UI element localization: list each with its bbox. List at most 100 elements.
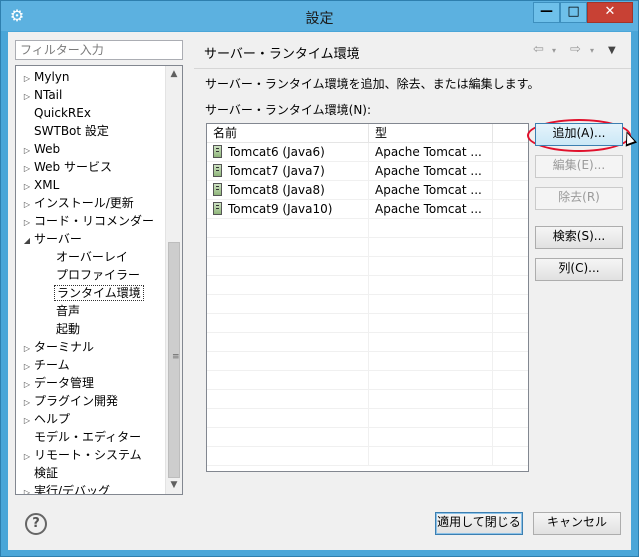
cell-name <box>207 238 369 257</box>
cell-type <box>369 352 493 371</box>
tree-item[interactable]: QuickREx <box>16 104 93 122</box>
edit-button: 編集(E)... <box>535 155 623 178</box>
page-title: サーバー・ランタイム環境 <box>204 47 360 62</box>
cell-name: Tomcat8 (Java8) <box>207 181 369 200</box>
cell-name <box>207 314 369 333</box>
forward-dropdown-icon[interactable]: ▾ <box>590 46 594 55</box>
tree-item-label: Web サービス <box>34 160 112 174</box>
cell-name <box>207 257 369 276</box>
tree-item-label: プロファイラー <box>56 268 141 282</box>
tree-item-label: SWTBot 設定 <box>34 124 109 138</box>
cell-type <box>369 447 493 466</box>
title-bar[interactable]: ⚙ 設定 — □ ✕ <box>1 1 638 31</box>
table-row[interactable]: Tomcat8 (Java8) Apache Tomcat ... <box>207 181 528 200</box>
tree-item-label: ヘルプ <box>34 412 71 426</box>
table-row <box>207 257 528 276</box>
table-row <box>207 238 528 257</box>
cell-name <box>207 276 369 295</box>
expand-arrow-icon[interactable]: ▷ <box>22 484 32 494</box>
help-icon[interactable]: ? <box>25 513 47 535</box>
filter-input[interactable] <box>15 40 183 60</box>
table-row[interactable]: Tomcat7 (Java7) Apache Tomcat ... <box>207 162 528 181</box>
tree-item-label: 起動 <box>56 322 81 336</box>
cell-name <box>207 333 369 352</box>
tree-item[interactable]: ランタイム環境 <box>16 284 144 302</box>
cancel-button[interactable]: キャンセル <box>533 512 621 535</box>
tree-item[interactable]: ▷ チーム <box>16 356 72 374</box>
preference-tree[interactable]: ▷ Mylyn ▷ NTail QuickREx SWTBot 設定 ▷ Web ▷ Web サー… <box>15 65 183 495</box>
runtime-name: Tomcat6 (Java6) <box>228 145 325 159</box>
table-row[interactable]: Tomcat6 (Java6) Apache Tomcat ... <box>207 143 528 162</box>
tree-item[interactable]: プロファイラー <box>16 266 142 284</box>
minimize-button[interactable]: — <box>533 2 560 23</box>
tree-item[interactable]: ◢ サーバー <box>16 230 84 248</box>
view-menu-icon[interactable]: ▼ <box>608 45 616 56</box>
tree-item[interactable]: ▷ インストール/更新 <box>16 194 136 212</box>
cell-name <box>207 295 369 314</box>
tree-item-label: データ管理 <box>34 376 95 390</box>
tree-item-label: ターミナル <box>34 340 95 354</box>
tree-item[interactable]: ▷ Web サービス <box>16 158 114 176</box>
scroll-thumb[interactable]: ≡ <box>168 242 180 478</box>
tree-item-label: NTail <box>34 88 63 102</box>
tree-item[interactable]: モデル・エディター <box>16 428 143 446</box>
tree-item[interactable]: ▷ データ管理 <box>16 374 96 392</box>
tree-item[interactable]: ▷ 実行/デバッグ <box>16 482 112 495</box>
maximize-button[interactable]: □ <box>560 2 587 23</box>
table-row <box>207 409 528 428</box>
tree-item-label: 実行/デバッグ <box>34 484 111 495</box>
scroll-grip-icon: ≡ <box>172 352 180 362</box>
tree-item[interactable]: ▷ ターミナル <box>16 338 96 356</box>
search-button[interactable]: 検索(S)... <box>535 226 623 249</box>
cell-name <box>207 428 369 447</box>
tree-item-label: プラグイン開発 <box>34 394 119 408</box>
column-header-name[interactable]: 名前 <box>207 124 369 143</box>
tree-item-label: Mylyn <box>34 70 70 84</box>
server-runtime-icon <box>213 145 222 158</box>
server-runtime-icon <box>213 183 222 196</box>
tree-item[interactable]: ▷ Mylyn <box>16 68 72 86</box>
tree-item-label: XML <box>34 178 60 192</box>
cell-type <box>369 257 493 276</box>
tree-item[interactable]: ▷ Web <box>16 140 62 158</box>
tree-item[interactable]: オーバーレイ <box>16 248 130 266</box>
tree-item[interactable]: 音声 <box>16 302 82 320</box>
cell-name: Tomcat9 (Java10) <box>207 200 369 219</box>
scroll-down-arrow-icon[interactable]: ▼ <box>166 477 182 494</box>
table-row <box>207 428 528 447</box>
tree-item[interactable]: ▷ プラグイン開発 <box>16 392 120 410</box>
columns-button[interactable]: 列(C)... <box>535 258 623 281</box>
runtime-table[interactable]: 名前 型 Tomcat6 (Java6) Apache Tomcat ... Tom… <box>206 123 529 472</box>
back-dropdown-icon[interactable]: ▾ <box>552 46 556 55</box>
cell-name <box>207 390 369 409</box>
cell-type: Apache Tomcat ... <box>369 181 493 200</box>
add-button[interactable]: 追加(A)... <box>535 123 623 146</box>
forward-arrow-icon[interactable]: ⇨ <box>570 42 581 57</box>
tree-item[interactable]: ▷ コード・リコメンダー <box>16 212 156 230</box>
tree-item[interactable]: ▷ NTail <box>16 86 64 104</box>
tree-item[interactable]: ▷ XML <box>16 176 61 194</box>
table-row[interactable]: Tomcat9 (Java10) Apache Tomcat ... <box>207 200 528 219</box>
cell-type <box>369 333 493 352</box>
apply-and-close-button[interactable]: 適用して閉じる <box>435 512 523 535</box>
cell-type <box>369 219 493 238</box>
tree-item[interactable]: ▷ リモート・システム <box>16 446 144 464</box>
cell-type <box>369 409 493 428</box>
table-row <box>207 295 528 314</box>
cell-type <box>369 390 493 409</box>
tree-item[interactable]: SWTBot 設定 <box>16 122 111 140</box>
tree-item[interactable]: 起動 <box>16 320 82 338</box>
tree-item-label: サーバー <box>34 232 82 246</box>
tree-item-label: Web <box>34 142 61 156</box>
cell-type: Apache Tomcat ... <box>369 200 493 219</box>
scroll-up-arrow-icon[interactable]: ▲ <box>166 66 182 83</box>
column-header-type[interactable]: 型 <box>369 124 493 143</box>
tree-item[interactable]: 検証 <box>16 464 60 482</box>
table-row <box>207 352 528 371</box>
tree-scrollbar[interactable]: ▲ ≡ ▼ <box>165 66 182 494</box>
cell-name <box>207 219 369 238</box>
table-row <box>207 276 528 295</box>
back-arrow-icon[interactable]: ⇦ <box>533 42 544 57</box>
tree-item[interactable]: ▷ ヘルプ <box>16 410 72 428</box>
close-button[interactable]: ✕ <box>587 2 633 23</box>
